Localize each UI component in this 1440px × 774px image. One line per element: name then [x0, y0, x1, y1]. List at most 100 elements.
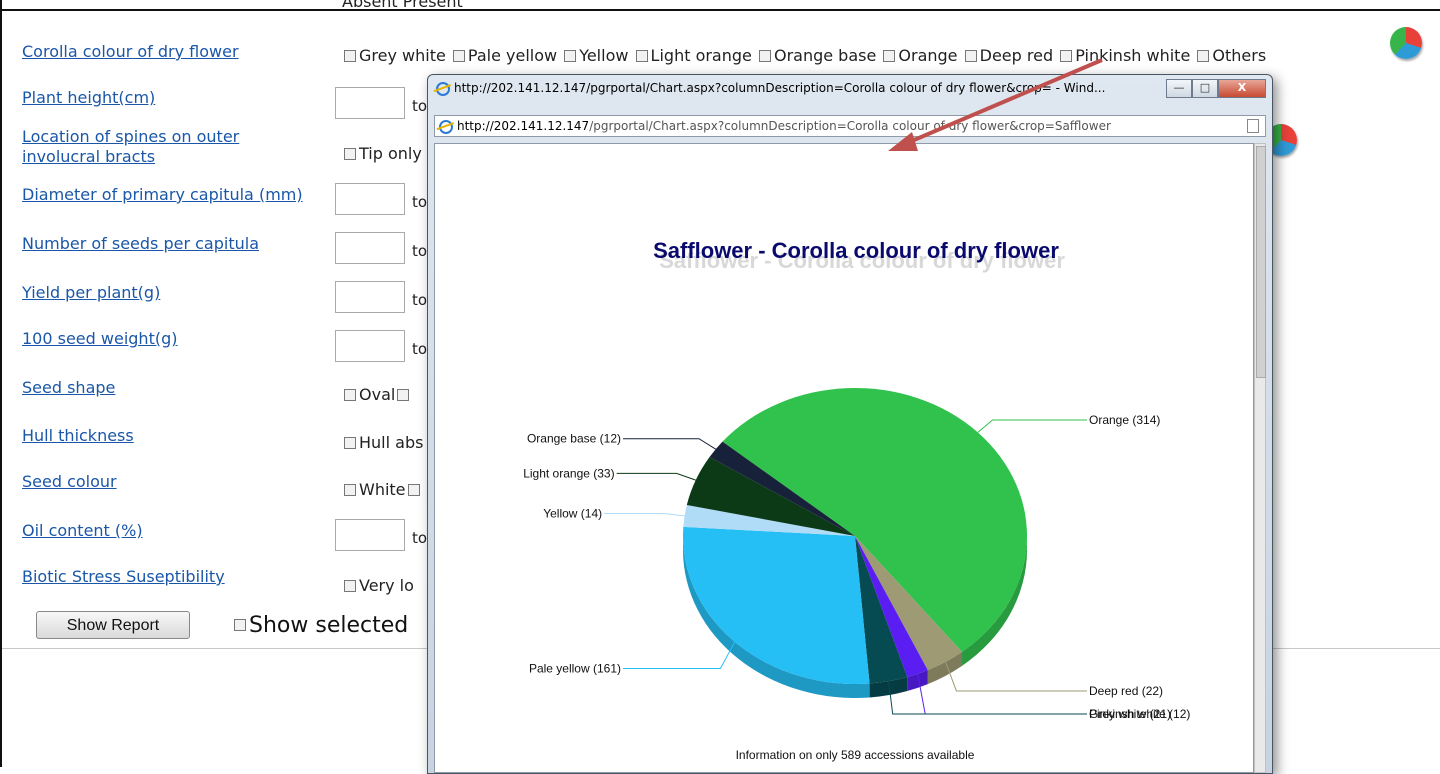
option-label: Pinkinsh white [1075, 46, 1191, 65]
checkbox-hull-absent[interactable] [344, 436, 356, 449]
window-controls: — □ X [1166, 79, 1266, 98]
option-label: Orange [898, 46, 958, 65]
show-selected-label: Show selected [249, 613, 409, 638]
pie-chart-icon[interactable] [1390, 27, 1422, 59]
to-label: to [412, 242, 428, 260]
option-label: White [359, 480, 406, 499]
checkbox-light-orange[interactable] [635, 49, 648, 62]
slice-label: Orange (314) [1089, 413, 1160, 427]
oil-content-min-input[interactable] [335, 519, 405, 551]
popup-content: Safflower - Corolla colour of dry flower… [434, 143, 1254, 773]
option-label: Deep red [979, 46, 1054, 65]
popup-title-bar: http://202.141.12.147/pgrportal/Chart.as… [436, 81, 1105, 96]
seed-shape-options: Oval [342, 385, 412, 405]
checkbox-pinkish-white[interactable] [1060, 49, 1073, 62]
checkbox-deep-red[interactable] [964, 49, 977, 62]
to-label: to [412, 529, 428, 547]
link-plant-height[interactable]: Plant height(cm) [22, 88, 155, 108]
to-label: to [412, 193, 428, 211]
option-label: Yellow [579, 46, 629, 65]
ie-icon [439, 119, 453, 134]
option-label: Tip only [359, 144, 422, 163]
slice-label: Deep red (22) [1089, 684, 1163, 698]
slice-pale-yellow [683, 526, 870, 684]
checkbox-pale-yellow[interactable] [452, 49, 465, 62]
slice-label: Light orange (33) [523, 466, 614, 480]
checkbox-grey-white[interactable] [344, 49, 356, 62]
checkbox-tip-only[interactable] [344, 147, 356, 160]
slice-label: Grey white (21) [1089, 707, 1171, 721]
show-report-button[interactable]: Show Report [36, 611, 190, 639]
partial-options-row: Absent Present [342, 0, 463, 11]
popup-title: http://202.141.12.147/pgrportal/Chart.as… [454, 81, 1106, 95]
seed-colour-options: White [342, 480, 423, 500]
plant-height-min-input[interactable] [335, 87, 405, 119]
maximize-button[interactable]: □ [1192, 79, 1218, 98]
url-path: /pgrportal/Chart.aspx?columnDescription=… [589, 119, 1111, 133]
slice-label: Yellow (14) [543, 506, 602, 520]
to-label: to [412, 340, 428, 358]
biotic-options: Very lo [342, 576, 414, 596]
link-location-of-spines[interactable]: Location of spines on outer involucral b… [22, 127, 282, 167]
checkbox-orange-base[interactable] [758, 49, 771, 62]
partial-options-text: Absent Present [342, 0, 463, 11]
checkbox-orange[interactable] [883, 49, 896, 62]
page-icon [1247, 119, 1259, 133]
option-label: Oval [359, 385, 396, 404]
option-label: Pale yellow [467, 46, 558, 65]
chart-footer: Information on only 589 accessions avail… [736, 748, 975, 762]
address-bar[interactable]: http://202.141.12.147/pgrportal/Chart.as… [434, 115, 1266, 137]
option-label: Others [1212, 46, 1267, 65]
leader-line [623, 641, 736, 670]
checkbox-yellow[interactable] [564, 49, 577, 62]
to-label: to [412, 97, 428, 115]
chart-popup-window: http://202.141.12.147/pgrportal/Chart.as… [427, 74, 1273, 774]
diameter-min-input[interactable] [335, 183, 405, 215]
leader-line [616, 472, 696, 481]
link-yield-per-plant[interactable]: Yield per plant(g) [22, 283, 160, 303]
link-seeds-per-capitula[interactable]: Number of seeds per capitula [22, 234, 259, 254]
pie-chart: Safflower - Corolla colour of dry flower… [523, 238, 1190, 762]
link-oil-content[interactable]: Oil content (%) [22, 521, 143, 541]
slice-label: Pale yellow (161) [529, 662, 621, 676]
checkbox-oval[interactable] [344, 388, 356, 401]
scrollbar[interactable] [1254, 143, 1266, 773]
leader-line [977, 419, 1087, 433]
top-border [2, 9, 1440, 11]
spines-options: Tip only [342, 144, 422, 164]
checkbox-partial[interactable] [397, 388, 410, 401]
checkbox-very-low[interactable] [344, 579, 356, 592]
slice-label: Orange base (12) [527, 432, 621, 446]
leader-line [917, 673, 1087, 715]
option-label: Orange base [773, 46, 877, 65]
checkbox-white[interactable] [344, 483, 356, 496]
link-hull-thickness[interactable]: Hull thickness [22, 426, 134, 446]
to-label: to [412, 291, 428, 309]
link-100-seed-weight[interactable]: 100 seed weight(g) [22, 329, 177, 349]
url-host: http://202.141.12.147 [457, 119, 590, 133]
link-seed-colour[interactable]: Seed colour [22, 472, 117, 492]
minimize-button[interactable]: — [1166, 79, 1192, 98]
link-diameter-capitula[interactable]: Diameter of primary capitula (mm) [22, 185, 303, 205]
option-label: Very lo [359, 576, 414, 595]
show-selected-option: Show selected [232, 613, 408, 638]
seed-weight-min-input[interactable] [335, 330, 405, 362]
option-label: Hull abs [359, 433, 424, 452]
leader-line [623, 438, 716, 450]
scrollbar-thumb[interactable] [1256, 146, 1266, 378]
yield-min-input[interactable] [335, 281, 405, 313]
checkbox-others[interactable] [1197, 49, 1210, 62]
hull-options: Hull abs [342, 433, 423, 453]
option-label: Grey white [359, 46, 446, 65]
link-corolla-colour[interactable]: Corolla colour of dry flower [22, 42, 239, 62]
checkbox-partial[interactable] [407, 483, 420, 496]
link-biotic-stress[interactable]: Biotic Stress Suseptibility [22, 567, 225, 587]
seeds-min-input[interactable] [335, 232, 405, 264]
checkbox-show-selected[interactable] [234, 619, 246, 631]
corolla-options: Grey white Pale yellow Yellow Light oran… [342, 46, 1266, 66]
ie-icon [436, 81, 450, 96]
close-button[interactable]: X [1218, 79, 1266, 98]
chart-title: Safflower - Corolla colour of dry flower [653, 238, 1059, 263]
link-seed-shape[interactable]: Seed shape [22, 378, 115, 398]
option-label: Light orange [650, 46, 752, 65]
